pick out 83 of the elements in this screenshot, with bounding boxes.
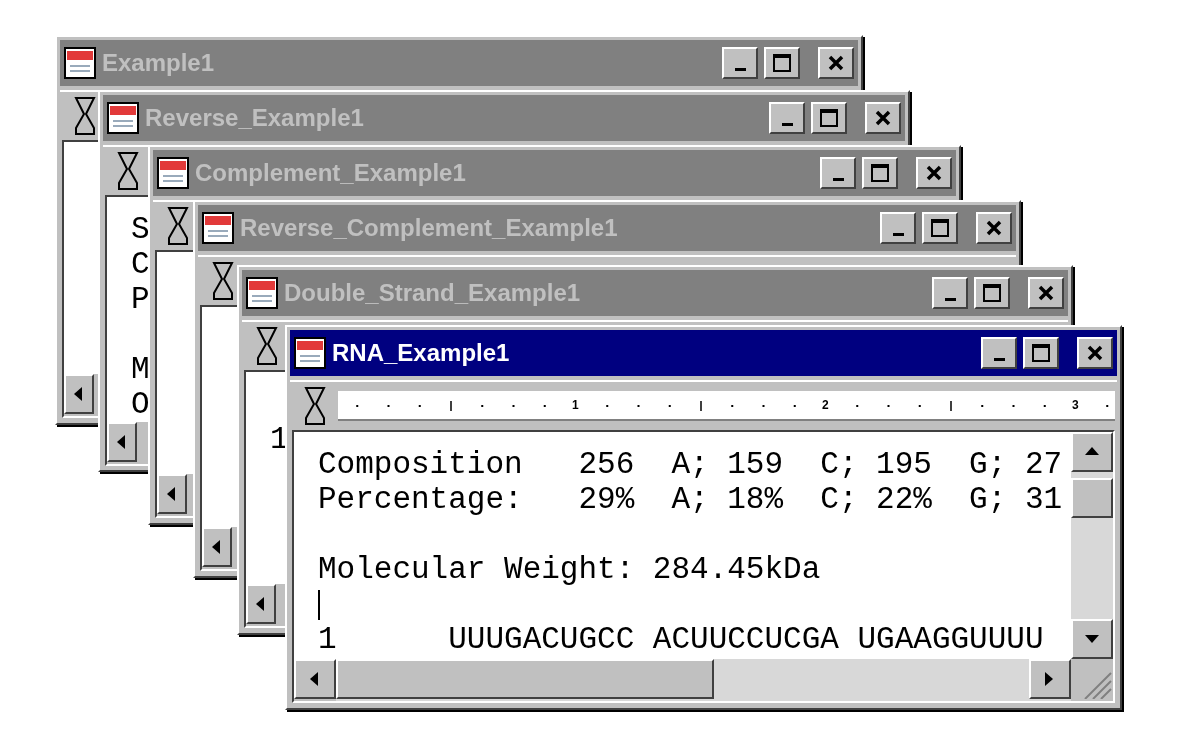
- text-line: M: [131, 352, 150, 387]
- text-line: 1: [270, 422, 289, 457]
- window-title: RNA_Example1: [332, 338, 511, 368]
- vertical-scrollbar[interactable]: [1071, 432, 1113, 659]
- scroll-up-button[interactable]: [1071, 432, 1113, 472]
- text-line: 1 UUUGACUGCC ACUUCCUCGA UGAAGGUUUU: [318, 622, 1044, 657]
- maximize-button[interactable]: [862, 157, 898, 189]
- maximize-button[interactable]: [974, 277, 1010, 309]
- close-button[interactable]: [976, 212, 1012, 244]
- document-icon: [246, 277, 278, 309]
- hourglass-icon[interactable]: [74, 96, 96, 136]
- close-icon: [1037, 284, 1055, 302]
- close-icon: [985, 219, 1003, 237]
- minimize-button[interactable]: [880, 212, 916, 244]
- scroll-thumb[interactable]: [1071, 478, 1113, 518]
- document-icon: [202, 212, 234, 244]
- window-title: Reverse_Complement_Example1: [240, 213, 619, 243]
- scroll-down-button[interactable]: [1071, 619, 1113, 659]
- close-icon: [1086, 344, 1104, 362]
- text-line: Percentage: 29% A; 18% C; 22% G; 31: [318, 482, 1063, 517]
- scroll-thumb[interactable]: [336, 659, 714, 699]
- close-icon: [925, 164, 943, 182]
- close-button[interactable]: [916, 157, 952, 189]
- document-icon: [157, 157, 189, 189]
- text-line: P: [131, 282, 150, 317]
- close-button[interactable]: [1077, 337, 1113, 369]
- close-button[interactable]: [818, 47, 854, 79]
- minimize-button[interactable]: [981, 337, 1017, 369]
- minimize-button[interactable]: [722, 47, 758, 79]
- window-title: Example1: [102, 48, 216, 78]
- text-line: Molecular Weight: 284.45kDa: [318, 552, 821, 587]
- document-icon: [64, 47, 96, 79]
- scroll-right-button[interactable]: [1029, 659, 1071, 699]
- close-button[interactable]: [865, 102, 901, 134]
- window-title: Reverse_Example1: [145, 103, 365, 133]
- text-line: O: [131, 387, 150, 422]
- minimize-button[interactable]: [769, 102, 805, 134]
- scroll-left-button[interactable]: [157, 474, 187, 514]
- maximize-icon: [870, 163, 890, 183]
- minimize-icon: [734, 67, 746, 71]
- minimize-icon: [993, 357, 1005, 361]
- ruler-number: 3: [1072, 397, 1079, 414]
- maximize-button[interactable]: [811, 102, 847, 134]
- minimize-icon: [892, 232, 904, 236]
- window-title: Double_Strand_Example1: [284, 278, 582, 308]
- close-icon: [874, 109, 892, 127]
- ruler[interactable]: 1 2 3: [338, 391, 1115, 421]
- maximize-icon: [819, 108, 839, 128]
- horizontal-scrollbar[interactable]: [336, 659, 1071, 701]
- text-line: C: [131, 247, 150, 282]
- maximize-button[interactable]: [1023, 337, 1059, 369]
- text-line: S: [131, 212, 150, 247]
- hourglass-icon[interactable]: [117, 151, 139, 191]
- minimize-icon: [832, 177, 844, 181]
- maximize-icon: [772, 53, 792, 73]
- scroll-left-button[interactable]: [294, 659, 336, 699]
- maximize-button[interactable]: [922, 212, 958, 244]
- hourglass-icon[interactable]: [304, 386, 326, 426]
- maximize-icon: [982, 283, 1002, 303]
- ruler-number: 1: [572, 397, 579, 414]
- maximize-button[interactable]: [764, 47, 800, 79]
- scroll-left-button[interactable]: [202, 527, 232, 567]
- minimize-button[interactable]: [820, 157, 856, 189]
- close-icon: [827, 54, 845, 72]
- minimize-icon: [781, 122, 793, 126]
- maximize-icon: [1031, 343, 1051, 363]
- minimize-icon: [944, 297, 956, 301]
- text-line: Composition 256 A; 159 C; 195 G; 27: [318, 447, 1063, 482]
- hourglass-icon[interactable]: [167, 206, 189, 246]
- scroll-left-button[interactable]: [246, 584, 276, 624]
- ruler-number: 2: [822, 397, 829, 414]
- hourglass-icon[interactable]: [212, 261, 234, 301]
- text-area[interactable]: Composition 256 A; 159 C; 195 G; 27 Percentage: 29% A; 18% C; 22% G; 31 Molecular Weight: 284.45kDa 1 UUUGACUGCC ACUUCCUCGA UGAAGGUUUU: [292, 430, 1115, 703]
- maximize-icon: [930, 218, 950, 238]
- minimize-button[interactable]: [932, 277, 968, 309]
- hourglass-icon[interactable]: [256, 326, 278, 366]
- scroll-left-button[interactable]: [107, 422, 137, 462]
- text-cursor: [318, 589, 320, 620]
- document-icon: [107, 102, 139, 134]
- window-title: Complement_Example1: [195, 158, 467, 188]
- close-button[interactable]: [1028, 277, 1064, 309]
- scroll-left-button[interactable]: [64, 374, 94, 414]
- document-icon: [294, 337, 326, 369]
